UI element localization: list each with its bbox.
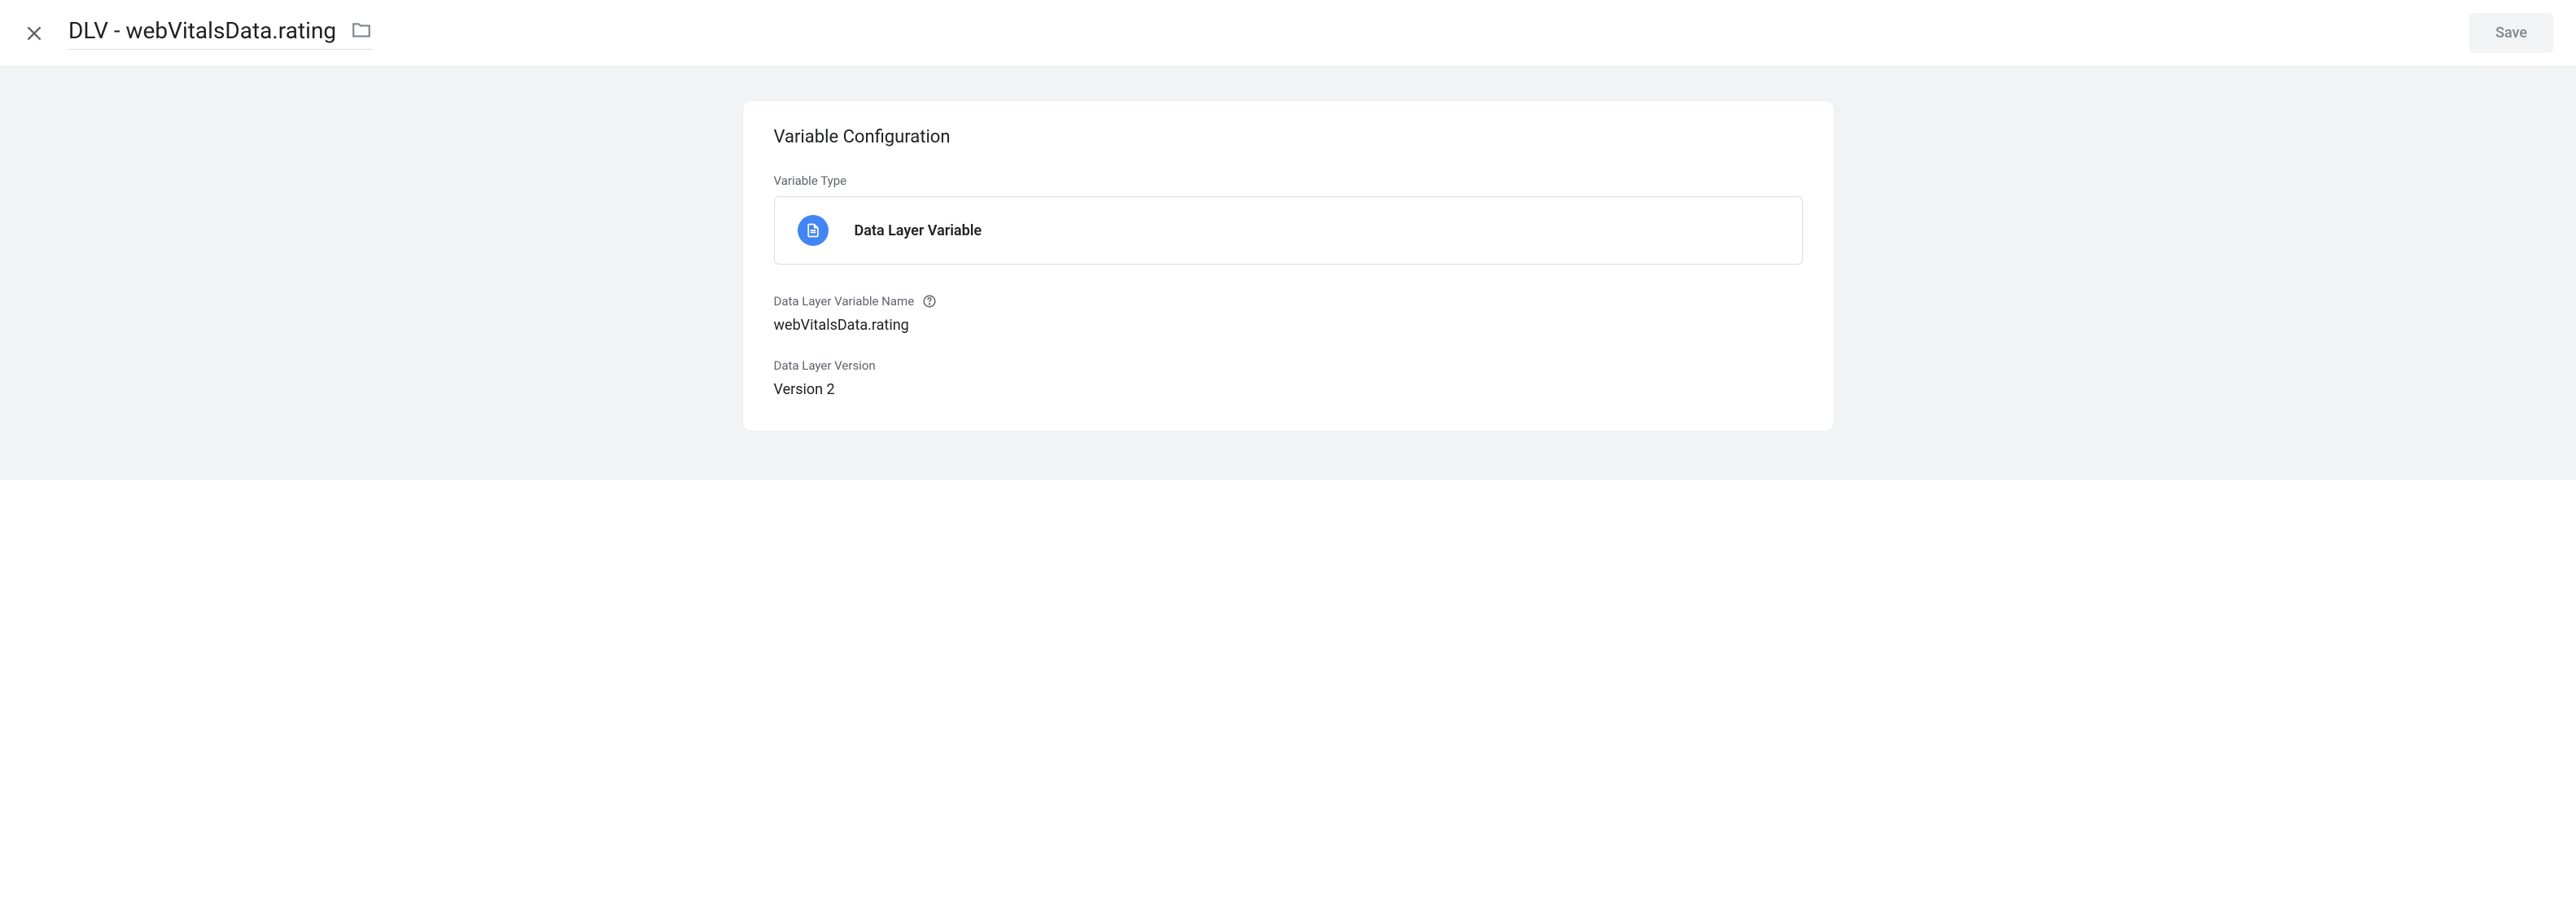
version-value: Version 2: [774, 381, 1803, 398]
variable-name-label-text: Data Layer Variable Name: [774, 294, 915, 309]
folder-icon[interactable]: [351, 20, 372, 41]
title-container[interactable]: DLV - webVitalsData.rating: [68, 17, 372, 50]
save-button[interactable]: Save: [2469, 13, 2553, 53]
version-label: Data Layer Version: [774, 358, 1803, 373]
variable-title: DLV - webVitalsData.rating: [68, 17, 336, 44]
variable-name-label: Data Layer Variable Name: [774, 294, 1803, 309]
card-title: Variable Configuration: [774, 127, 1803, 147]
variable-type-selector[interactable]: Data Layer Variable: [774, 196, 1803, 265]
header-left: DLV - webVitalsData.rating: [23, 17, 372, 50]
variable-type-value: Data Layer Variable: [855, 222, 982, 239]
help-icon[interactable]: [922, 294, 937, 309]
variable-name-field: Data Layer Variable Name webVitalsData.r…: [774, 294, 1803, 334]
variable-type-label: Variable Type: [774, 173, 1803, 188]
close-button[interactable]: [23, 22, 46, 45]
content-area: Variable Configuration Variable Type Dat…: [0, 67, 2576, 480]
header-bar: DLV - webVitalsData.rating Save: [0, 0, 2576, 67]
data-layer-variable-icon: [798, 215, 829, 246]
version-field: Data Layer Version Version 2: [774, 358, 1803, 398]
variable-name-value: webVitalsData.rating: [774, 317, 1803, 334]
variable-configuration-card: Variable Configuration Variable Type Dat…: [743, 101, 1834, 431]
close-icon: [24, 23, 45, 44]
